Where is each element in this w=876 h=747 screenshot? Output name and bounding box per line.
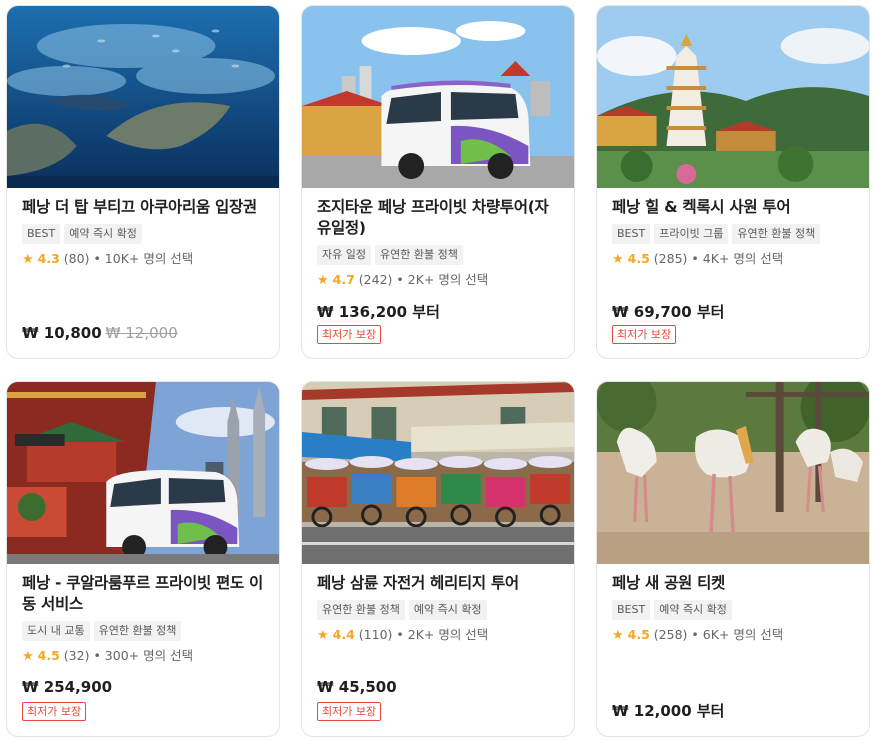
price-row: ₩ 12,000 부터 [612, 700, 724, 721]
rating-row: ★ 4.5 (285) • 4K+ 명의 선택 [612, 250, 855, 268]
tag-best: BEST [612, 224, 651, 244]
rating-row: ★ 4.5 (32) • 300+ 명의 선택 [22, 647, 265, 665]
popularity-text: • 2K+ 명의 선택 [396, 272, 489, 287]
tag-list: BEST 예약 즉시 확정 [22, 224, 265, 244]
price: ₩ 45,500 [317, 678, 397, 696]
aquarium-image [7, 6, 279, 188]
product-title[interactable]: 페낭 힐 & 켁록시 사원 투어 [612, 197, 855, 218]
product-title[interactable]: 페낭 삼륜 자전거 헤리티지 투어 [317, 573, 560, 594]
star-icon: ★ [22, 649, 34, 664]
tag-list: BEST 예약 즉시 확정 [612, 600, 855, 620]
popularity-text: • 300+ 명의 선택 [93, 648, 194, 663]
product-card[interactable]: 페낭 삼륜 자전거 헤리티지 투어 유연한 환불 정책 예약 즉시 확정 ★ 4… [301, 381, 575, 737]
price: ₩ 254,900 [22, 678, 113, 696]
review-count: (80) [63, 251, 90, 266]
product-card[interactable]: 조지타운 페낭 프라이빗 차량투어(자유일정) 자유 일정 유연한 환불 정책 … [301, 5, 575, 359]
lowest-price-badge: 최저가 보장 [317, 325, 382, 344]
product-title[interactable]: 페낭 새 공원 티켓 [612, 573, 855, 594]
product-image[interactable] [7, 6, 279, 188]
trishaw-image [302, 382, 574, 564]
product-title[interactable]: 페낭 더 탑 부티끄 아쿠아리움 입장권 [22, 197, 265, 218]
review-count: (258) [653, 627, 688, 642]
rating-score: 4.7 [332, 272, 355, 287]
rating-row: ★ 4.5 (258) • 6K+ 명의 선택 [612, 626, 855, 644]
rating-row: ★ 4.7 (242) • 2K+ 명의 선택 [317, 271, 560, 289]
transfer-image [7, 382, 279, 564]
tag-flexible-refund: 유연한 환불 정책 [93, 621, 182, 641]
tag-list: 자유 일정 유연한 환불 정책 [317, 245, 560, 265]
rating-score: 4.4 [332, 627, 355, 642]
review-count: (110) [358, 627, 393, 642]
tag-instant-confirm: 예약 즉시 확정 [408, 600, 487, 620]
lowest-price-badge: 최저가 보장 [612, 325, 677, 344]
product-grid: 페낭 더 탑 부티끄 아쿠아리움 입장권 BEST 예약 즉시 확정 ★ 4.3… [0, 0, 876, 747]
price-row: ₩ 10,800 ₩ 12,000 [22, 324, 178, 342]
star-icon: ★ [317, 273, 329, 288]
price: ₩ 12,000 부터 [612, 702, 725, 720]
product-card[interactable]: 페낭 더 탑 부티끄 아쿠아리움 입장권 BEST 예약 즉시 확정 ★ 4.3… [6, 5, 280, 359]
price-row: ₩ 136,200 부터 [317, 301, 440, 322]
product-card[interactable]: 페낭 힐 & 켁록시 사원 투어 BEST 프라이빗 그룹 유연한 환불 정책 … [596, 5, 870, 359]
product-image[interactable] [597, 6, 869, 188]
tag-instant-confirm: 예약 즉시 확정 [64, 224, 142, 244]
tag-list: 도시 내 교통 유연한 환불 정책 [22, 621, 265, 641]
price: ₩ 69,700 부터 [612, 303, 725, 321]
price-row: ₩ 254,900 [22, 678, 112, 696]
star-icon: ★ [612, 252, 624, 267]
product-title[interactable]: 조지타운 페낭 프라이빗 차량투어(자유일정) [317, 197, 560, 239]
rating-score: 4.5 [627, 627, 650, 642]
rating-score: 4.5 [627, 251, 650, 266]
tag-list: BEST 프라이빗 그룹 유연한 환불 정책 [612, 224, 855, 244]
popularity-text: • 4K+ 명의 선택 [691, 251, 784, 266]
tag-flexible-refund: 유연한 환불 정책 [317, 600, 405, 620]
review-count: (32) [63, 648, 90, 663]
tag-flexible-refund: 유연한 환불 정책 [732, 224, 821, 244]
product-image[interactable] [7, 382, 279, 564]
product-image[interactable] [597, 382, 869, 564]
price-row: ₩ 69,700 부터 [612, 301, 724, 322]
temple-image [597, 6, 869, 188]
tag-private-group: 프라이빗 그룹 [654, 224, 729, 244]
rating-row: ★ 4.3 (80) • 10K+ 명의 선택 [22, 250, 265, 268]
price: ₩ 136,200 부터 [317, 303, 440, 321]
rating-row: ★ 4.4 (110) • 2K+ 명의 선택 [317, 626, 560, 644]
bird-park-image [597, 382, 869, 564]
review-count: (242) [358, 272, 393, 287]
popularity-text: • 2K+ 명의 선택 [396, 627, 489, 642]
price: ₩ 10,800 [22, 324, 102, 342]
tag-best: BEST [22, 224, 61, 244]
tag-city-transport: 도시 내 교통 [22, 621, 90, 641]
product-image[interactable] [302, 6, 574, 188]
tag-list: 유연한 환불 정책 예약 즉시 확정 [317, 600, 560, 620]
product-card[interactable]: 페낭 - 쿠알라룸푸르 프라이빗 편도 이동 서비스 도시 내 교통 유연한 환… [6, 381, 280, 737]
popularity-text: • 10K+ 명의 선택 [93, 251, 194, 266]
review-count: (285) [653, 251, 688, 266]
tag-instant-confirm: 예약 즉시 확정 [654, 600, 732, 620]
product-image[interactable] [302, 382, 574, 564]
price-row: ₩ 45,500 [317, 678, 397, 696]
rating-score: 4.5 [37, 648, 60, 663]
product-title[interactable]: 페낭 - 쿠알라룸푸르 프라이빗 편도 이동 서비스 [22, 573, 265, 615]
lowest-price-badge: 최저가 보장 [22, 702, 87, 721]
star-icon: ★ [317, 628, 329, 643]
van-image [302, 6, 574, 188]
star-icon: ★ [612, 628, 624, 643]
tag-best: BEST [612, 600, 651, 620]
original-price: ₩ 12,000 [105, 324, 178, 342]
star-icon: ★ [22, 252, 34, 267]
product-card[interactable]: 페낭 새 공원 티켓 BEST 예약 즉시 확정 ★ 4.5 (258) • 6… [596, 381, 870, 737]
tag-free-schedule: 자유 일정 [317, 245, 371, 265]
rating-score: 4.3 [37, 251, 60, 266]
tag-flexible-refund: 유연한 환불 정책 [374, 245, 463, 265]
lowest-price-badge: 최저가 보장 [317, 702, 382, 721]
popularity-text: • 6K+ 명의 선택 [691, 627, 784, 642]
